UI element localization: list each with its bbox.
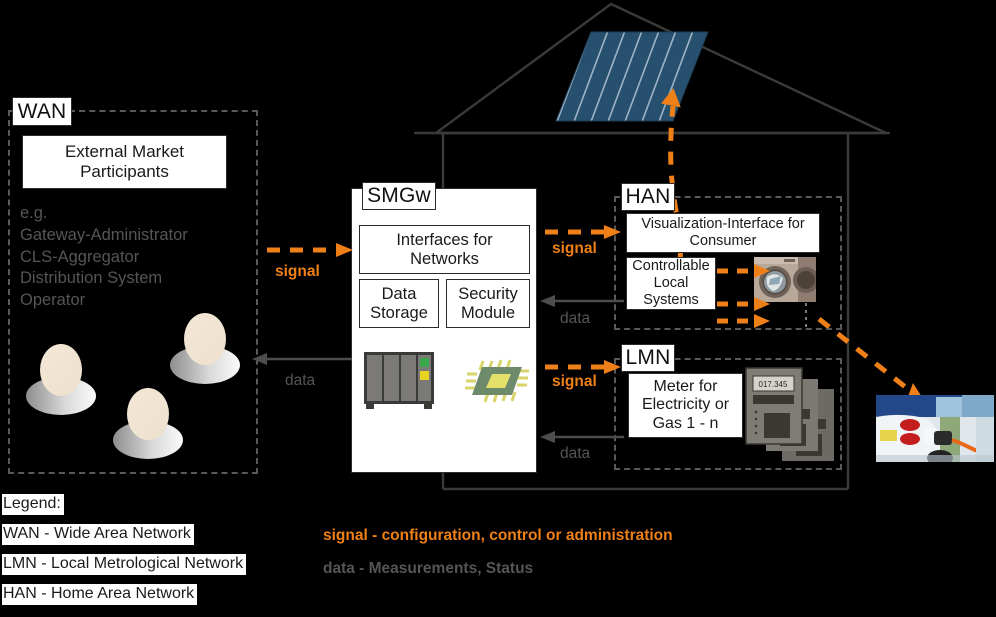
external-market-participants-line1: External Market bbox=[64, 142, 185, 162]
person-group-icon bbox=[26, 313, 240, 459]
wan-examples: e.g. Gateway-Administrator CLS-Aggregato… bbox=[20, 203, 245, 312]
person-icon-3 bbox=[113, 388, 183, 459]
key-signal-description: signal - configuration, control or admin… bbox=[323, 527, 673, 544]
label-smgw-wan-data: data bbox=[285, 372, 316, 389]
diagram-canvas: WAN External Market Participants e.g. Ga… bbox=[0, 0, 996, 617]
wan-examples-lead: e.g. bbox=[20, 204, 48, 222]
controllable-line1: Controllable bbox=[632, 258, 710, 275]
person-icon-2 bbox=[170, 313, 240, 384]
wan-example-3: Operator bbox=[20, 291, 86, 310]
arrow-han-smgw-data bbox=[540, 295, 624, 307]
security-module-line1: Security bbox=[458, 284, 518, 303]
external-market-participants-line2: Participants bbox=[80, 162, 169, 181]
han-internal-signal-links bbox=[717, 264, 807, 330]
meter-stack-icon: 017.345 bbox=[744, 366, 840, 464]
external-market-participants-box: External Market Participants bbox=[22, 135, 227, 189]
data-storage-line1: Data bbox=[381, 284, 417, 303]
security-module-line2: Module bbox=[460, 303, 516, 322]
arrow-wan-smgw-signal bbox=[267, 243, 353, 257]
smgw-tag: SMGw bbox=[362, 182, 436, 210]
server-rack-icon bbox=[364, 352, 434, 409]
meter-line3: Gas 1 - n bbox=[652, 414, 719, 432]
meter-reading-text: 017.345 bbox=[759, 380, 788, 389]
wan-tag: WAN bbox=[12, 97, 72, 126]
label-smgw-lmn-signal: signal bbox=[552, 373, 597, 390]
interfaces-line1: Interfaces for bbox=[396, 230, 493, 249]
visualization-line1: Visualization-Interface for bbox=[641, 216, 805, 233]
label-wan-smgw-signal: signal bbox=[275, 263, 320, 280]
label-smgw-han-signal: signal bbox=[552, 240, 597, 257]
visualization-line2: Consumer bbox=[689, 233, 757, 249]
legend-entry-wan: WAN - Wide Area Network bbox=[2, 524, 194, 545]
label-lmn-smgw-data: data bbox=[560, 445, 591, 462]
solar-panel-icon bbox=[555, 31, 709, 122]
security-chip-icon bbox=[465, 359, 529, 403]
interfaces-for-networks-box: Interfaces for Networks bbox=[359, 225, 530, 274]
legend: Legend: WAN - Wide Area Network LMN - Lo… bbox=[2, 494, 247, 605]
visualization-interface-box: Visualization-Interface for Consumer bbox=[626, 213, 820, 253]
key-data-description: data - Measurements, Status bbox=[323, 560, 534, 577]
label-han-smgw-data: data bbox=[560, 310, 591, 327]
wan-example-1: CLS-Aggregator bbox=[20, 247, 140, 266]
wan-example-2: Distribution System bbox=[20, 269, 163, 288]
meter-line2: Electricity or bbox=[641, 396, 730, 414]
data-storage-line2: Storage bbox=[370, 303, 428, 322]
controllable-line2: Local bbox=[653, 275, 689, 292]
han-tag: HAN bbox=[621, 183, 675, 211]
person-icon-1 bbox=[26, 344, 96, 415]
controllable-local-systems-box: Controllable Local Systems bbox=[626, 257, 716, 310]
legend-entry-han: HAN - Home Area Network bbox=[2, 584, 198, 605]
arrow-smgw-wan-data bbox=[252, 353, 352, 365]
legend-entry-lmn: LMN - Local Metrological Network bbox=[2, 554, 247, 575]
controllable-line3: Systems bbox=[643, 291, 699, 308]
electric-vehicle-charging-photo bbox=[876, 395, 994, 462]
meter-line1: Meter for bbox=[653, 377, 718, 395]
data-storage-box: Data Storage bbox=[359, 279, 439, 328]
meter-box: Meter for Electricity or Gas 1 - n bbox=[628, 373, 743, 438]
security-module-box: Security Module bbox=[446, 279, 530, 328]
legend-title: Legend: bbox=[2, 494, 64, 515]
wan-example-0: Gateway-Administrator bbox=[20, 225, 188, 244]
interfaces-line2: Networks bbox=[410, 249, 479, 268]
